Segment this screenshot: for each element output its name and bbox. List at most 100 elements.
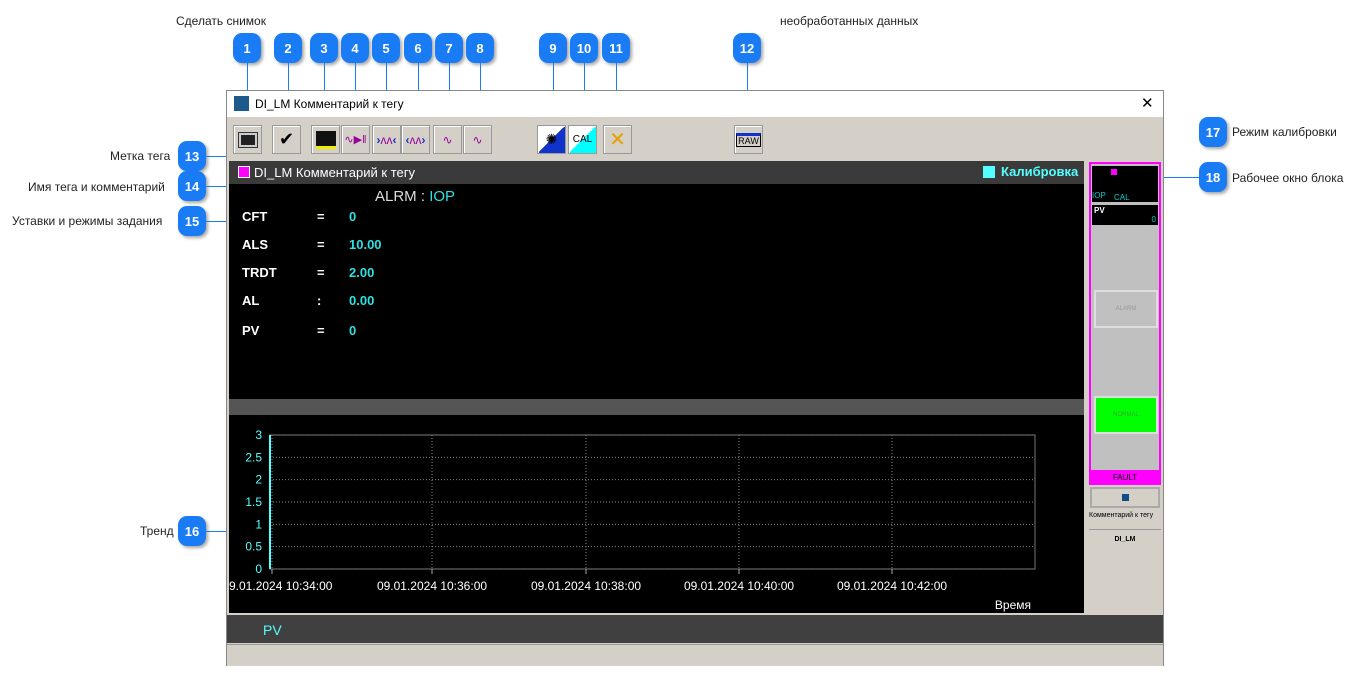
- y-tick-label: 2: [255, 473, 262, 487]
- y-tick-label: 0.5: [245, 540, 262, 554]
- x-tick-label: 09.01.2024 10:36:00: [377, 579, 487, 593]
- maintenance-button[interactable]: ✕: [603, 125, 632, 154]
- param-name: ALS: [242, 237, 268, 252]
- callout-badge: 5: [372, 33, 400, 63]
- alarm-key: ALRM: [375, 188, 417, 205]
- callout-badge: 17: [1199, 117, 1227, 147]
- wave-compress-x-icon: ›ʌʌ‹: [376, 132, 397, 147]
- zoom-in-x-button[interactable]: ›ʌʌ‹: [372, 125, 401, 154]
- faceplate-tag: DI_LM: [1089, 529, 1161, 549]
- callout-badge: 2: [274, 33, 302, 63]
- close-button[interactable]: ✕: [1141, 94, 1154, 112]
- alarm-sep: :: [420, 188, 426, 205]
- callout-label-14: Имя тега и комментарий: [28, 180, 165, 194]
- zoom-out-y-button[interactable]: ∿: [463, 125, 492, 154]
- param-name: CFT: [242, 209, 268, 224]
- callout-label-16: Тренд: [140, 524, 174, 538]
- wrench-screwdriver-icon: ✕: [609, 129, 626, 151]
- callout-badge: 11: [602, 33, 630, 63]
- faceplate-pv-value: 0: [1151, 215, 1156, 224]
- alarm-indicator: ALARM: [1094, 290, 1158, 328]
- callout-label-18: Рабочее окно блока: [1232, 171, 1344, 185]
- alarm-light-icon: ✺: [545, 131, 558, 147]
- chart-icon: [315, 130, 336, 149]
- y-tick-label: 1: [255, 517, 262, 531]
- tag-marker: [238, 166, 250, 178]
- param-name: AL: [242, 293, 260, 308]
- callout-label-17: Режим калибровки: [1232, 125, 1337, 139]
- y-tick-label: 2.5: [245, 450, 262, 464]
- callout-badge: 8: [466, 33, 494, 63]
- wave-compress-y-icon: ∿: [442, 132, 453, 147]
- param-value: 0.00: [349, 293, 375, 308]
- zoom-in-y-button[interactable]: ∿: [433, 125, 462, 154]
- raw-label: RAW: [736, 132, 761, 147]
- param-value: 0: [349, 323, 357, 338]
- faceplate-pv: PV 0: [1092, 205, 1158, 225]
- calibration-button[interactable]: CAL: [568, 125, 597, 154]
- status-bar: [227, 644, 1163, 666]
- callout-badge: 9: [539, 33, 567, 63]
- tag-name: DI_LM Комментарий к тегу: [254, 165, 415, 180]
- param-name: TRDT: [242, 265, 277, 280]
- param-sep: :: [317, 293, 322, 308]
- wave-expand-y-icon: ∿: [472, 132, 483, 147]
- callout-label: Сделать снимок: [176, 14, 266, 28]
- callout-badge: 7: [435, 33, 463, 63]
- trend-settings-button[interactable]: [311, 125, 340, 154]
- callout-badge: 3: [310, 33, 338, 63]
- faceplate-window: DI_LM Комментарий к тегу ✕ ✔ ∿▶‖ ›ʌʌ‹ ‹ʌ…: [226, 90, 1164, 666]
- window-title: DI_LM Комментарий к тегу: [255, 97, 404, 111]
- fault-indicator: FAULT: [1089, 471, 1161, 485]
- callout-badge: 15: [178, 206, 206, 236]
- faceplate-button[interactable]: [1090, 487, 1160, 508]
- trend-chart: 0 0.5 1 1.5 2 2.5 3 9.01.2024 10:34:00 09.01.202…: [229, 428, 1036, 612]
- param-sep: =: [317, 265, 325, 280]
- calibration-marker: [983, 166, 995, 178]
- acknowledge-button[interactable]: ✔: [272, 125, 301, 154]
- alarm-suppress-button[interactable]: ✺: [537, 125, 566, 154]
- x-tick-label: 09.01.2024 10:42:00: [837, 579, 947, 593]
- splitter[interactable]: [229, 399, 1084, 415]
- tag-header: DI_LM Комментарий к тегу Калибровка: [229, 161, 1084, 184]
- callout-badge: 14: [178, 171, 206, 201]
- check-icon: ✔: [278, 129, 295, 149]
- param-sep: =: [317, 237, 325, 252]
- param-name: PV: [242, 323, 260, 338]
- param-sep: =: [317, 323, 325, 338]
- faceplate-status: IOP CAL: [1092, 166, 1158, 202]
- normal-indicator: NORMAL: [1094, 396, 1158, 434]
- callout-label: необработанных данных: [780, 14, 919, 28]
- callout-badge: 18: [1199, 162, 1227, 192]
- callout-badge: 10: [570, 33, 598, 63]
- legend-pv[interactable]: PV: [263, 622, 282, 638]
- params-panel: ALRM : IOP CFT = 0 ALS = 10.00 TRDT = 2.00 AL: 0.0…: [229, 184, 1084, 399]
- callout-label-13: Метка тега: [110, 149, 171, 163]
- trend-panel: 0 0.5 1 1.5 2 2.5 3 9.01.2024 10:34:00 09.01.202…: [229, 415, 1084, 613]
- faceplate-comment: Комментарий к тегу: [1089, 512, 1154, 519]
- wave-pause-icon: ∿▶‖: [344, 134, 367, 146]
- app-icon: [234, 96, 249, 111]
- screenshot-button[interactable]: [233, 125, 262, 154]
- callout-badge: 16: [178, 516, 206, 546]
- raw-data-button[interactable]: RAW: [734, 125, 763, 154]
- callout-label-15: Уставки и режимы задания: [12, 214, 163, 228]
- x-tick-label: 09.01.2024 10:40:00: [684, 579, 794, 593]
- faceplate-cal: CAL: [1114, 193, 1130, 202]
- param-value: 0: [349, 209, 357, 224]
- trend-pause-button[interactable]: ∿▶‖: [341, 125, 370, 154]
- x-tick-label: 09.01.2024 10:38:00: [531, 579, 641, 593]
- y-tick-label: 0: [255, 562, 262, 576]
- callout-badge: 1: [233, 33, 261, 63]
- zoom-out-x-button[interactable]: ‹ʌʌ›: [401, 125, 430, 154]
- square-icon: [1121, 494, 1129, 501]
- x-tick-label: 9.01.2024 10:34:00: [229, 579, 333, 593]
- legend-bar: PV: [227, 615, 1163, 643]
- calibration-mode-label: Калибровка: [1001, 164, 1079, 179]
- block-faceplate[interactable]: IOP CAL PV 0 ALARM NORMAL: [1089, 162, 1161, 472]
- wave-expand-x-icon: ‹ʌʌ›: [405, 132, 426, 147]
- y-tick-label: 1.5: [245, 495, 262, 509]
- param-sep: =: [317, 209, 325, 224]
- faceplate-pv-label: PV: [1094, 206, 1105, 215]
- alarm-status: ALRM : IOP: [375, 188, 455, 205]
